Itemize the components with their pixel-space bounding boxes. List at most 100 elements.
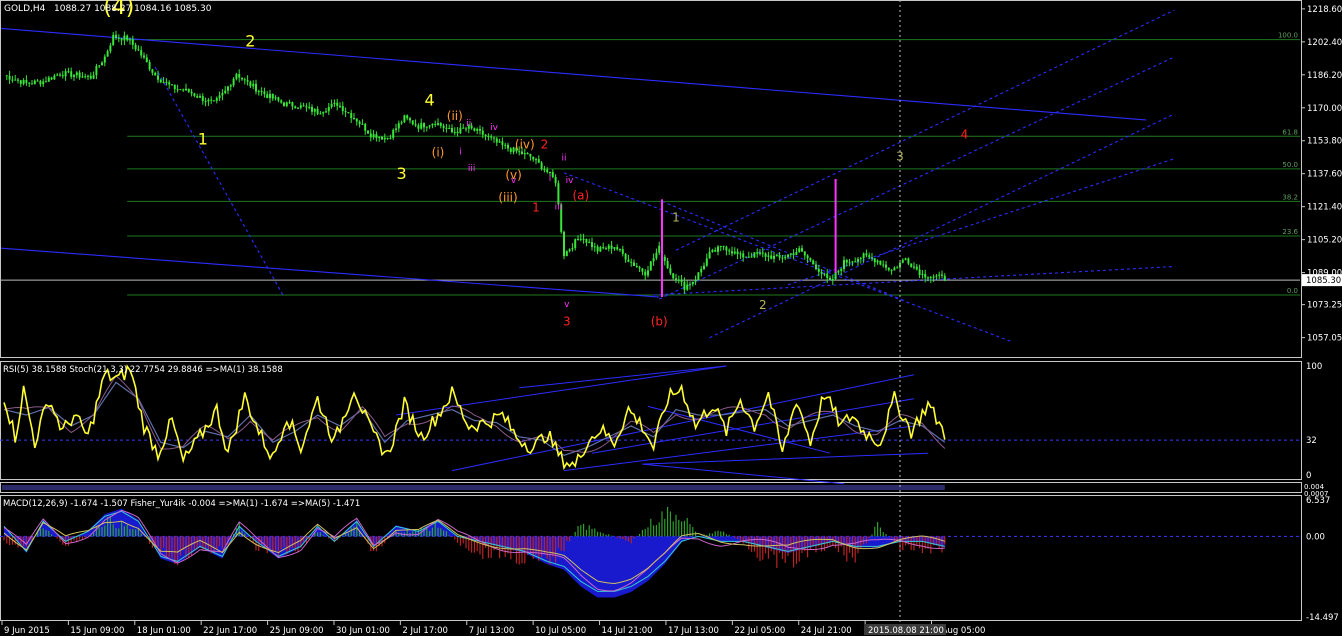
candle-body (232, 78, 235, 86)
candle-body (938, 274, 941, 276)
candle-body (392, 129, 395, 138)
rsi-tick-label: 32 (1306, 436, 1317, 446)
candle-body (910, 263, 913, 267)
candle-body (56, 74, 59, 76)
candle-body (423, 123, 425, 128)
time-tick-label: 22 Jul 05:00 (734, 626, 785, 636)
candle-body (70, 71, 73, 77)
fib-level-label: 23.6 (1282, 228, 1298, 236)
candle-body (311, 106, 313, 112)
candle-body (577, 238, 579, 240)
candle-body (274, 97, 277, 99)
candle-body (579, 238, 582, 240)
wave-label: (ii) (447, 109, 463, 123)
candle-body (386, 137, 389, 139)
candle-body (451, 128, 453, 133)
wave-label: 1 (198, 129, 208, 148)
candle-body (806, 255, 809, 259)
candle-body (64, 71, 67, 77)
wave-label: 4 (425, 91, 435, 110)
candle-body (873, 258, 876, 263)
candle-body (145, 57, 148, 63)
candle-body (921, 273, 924, 275)
wave-label: (i) (432, 146, 445, 160)
candle-body (756, 252, 759, 254)
candle-body (257, 91, 260, 93)
candle-body (890, 270, 893, 272)
candle-body (882, 264, 885, 266)
wave-label: (a) (572, 188, 589, 202)
candle-body (700, 268, 703, 273)
candle-body (725, 246, 728, 251)
candle-body (148, 62, 151, 70)
candle-body (504, 144, 507, 146)
candle-body (389, 137, 392, 139)
candle-body (896, 267, 899, 269)
candle-body (582, 238, 585, 240)
candle-body (22, 80, 25, 84)
candle-body (585, 239, 588, 243)
candle-body (840, 269, 843, 271)
candle-body (619, 249, 621, 251)
candle-body (131, 39, 134, 45)
candle-body (607, 245, 610, 249)
candle-body (201, 96, 204, 102)
candle-body (280, 100, 283, 103)
candle-body (487, 135, 490, 137)
candle-body (162, 81, 165, 83)
candle-body (602, 247, 605, 249)
candle-body (854, 261, 857, 263)
candle-body (453, 131, 456, 133)
candle-body (691, 281, 694, 285)
candle-body (45, 81, 47, 83)
candle-body (621, 249, 624, 254)
candle-body (120, 38, 123, 41)
wave-label: ii (466, 119, 471, 129)
candle-body (199, 96, 201, 98)
candle-body (442, 125, 445, 128)
candle-body (792, 253, 795, 255)
wave-label: 1 (532, 201, 540, 215)
candle-body (84, 76, 87, 78)
candle-body (224, 90, 227, 94)
candle-body (669, 268, 672, 274)
candle-body (907, 258, 910, 264)
candle-body (243, 79, 246, 81)
candle-body (420, 123, 423, 129)
candle-body (568, 249, 571, 252)
candle-body (297, 107, 299, 109)
candle-body (683, 281, 686, 290)
candle-body (537, 159, 540, 163)
candle-body (817, 269, 820, 272)
candle-body (843, 260, 845, 270)
candle-body (941, 274, 943, 276)
candle-body (171, 84, 173, 86)
candle-body (11, 79, 14, 81)
candle-body (350, 113, 353, 118)
candle-body (675, 278, 677, 281)
candle-body (834, 272, 837, 280)
candle-body (98, 65, 101, 67)
candle-body (610, 245, 613, 249)
candle-body (529, 153, 532, 157)
macd-tick-label: 6.537 (1306, 496, 1330, 506)
candle-body (196, 95, 199, 98)
candle-body (509, 148, 512, 152)
wave-label: iii (555, 203, 563, 213)
candle-body (540, 162, 543, 170)
candle-body (417, 125, 420, 129)
price-tick-label: 1073.25 (1307, 301, 1342, 311)
candle-body (431, 123, 434, 126)
candle-body (428, 125, 431, 127)
candle-body (613, 247, 616, 249)
chart-canvas[interactable]: 100.061.850.038.223.60.0(4)2134(ii)(i)(i… (0, 0, 1342, 636)
candle-body (325, 111, 327, 113)
candle-body (593, 246, 596, 248)
candle-body (574, 239, 577, 249)
candle-body (339, 105, 341, 107)
candle-body (809, 258, 812, 261)
candle-body (851, 261, 854, 263)
candle-body (658, 245, 661, 253)
candle-body (498, 141, 501, 143)
candle-body (78, 72, 81, 78)
